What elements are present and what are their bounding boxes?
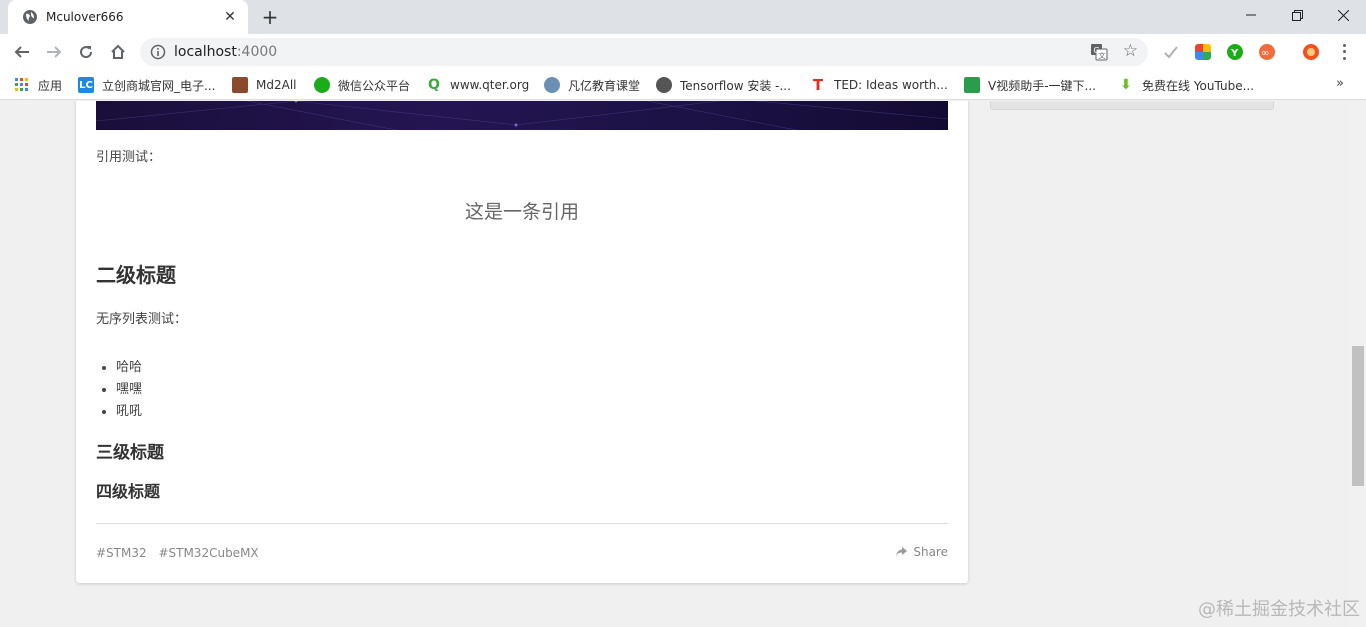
list-intro-text: 无序列表测试：: [96, 312, 188, 327]
vue-extension-icon[interactable]: Y: [1227, 44, 1243, 60]
bookmark-label: 免费在线 YouTube...: [1142, 78, 1255, 93]
profile-avatar-icon[interactable]: [1303, 44, 1319, 60]
list-item: 吼吼: [116, 401, 142, 423]
colorful-extension-icon[interactable]: [1195, 44, 1211, 60]
wechat-icon: [314, 77, 330, 93]
bookmark-label: TED: Ideas worth...: [834, 78, 948, 92]
video-helper-icon: [964, 77, 980, 93]
bookmark-fanyi[interactable]: 凡亿教育课堂: [544, 76, 640, 94]
share-button[interactable]: Share: [895, 545, 948, 559]
qter-icon: Q: [428, 77, 440, 93]
back-button[interactable]: [8, 38, 36, 66]
tag-link[interactable]: #STM32: [96, 546, 147, 560]
new-tab-button[interactable]: +: [258, 6, 282, 28]
share-arrow-icon: [896, 547, 908, 557]
md2all-icon: [232, 77, 248, 93]
check-extension-icon[interactable]: [1163, 44, 1179, 60]
quote-intro-text: 引用测试：: [96, 150, 162, 165]
bookmark-tensorflow[interactable]: Tensorflow 安装 -...: [656, 76, 791, 94]
minimize-button[interactable]: [1228, 0, 1274, 30]
home-icon: [111, 44, 125, 59]
bookmark-lc[interactable]: LC 立创商城官网_电子...: [78, 76, 215, 94]
article-divider: [96, 523, 948, 524]
bookmark-label: Tensorflow 安装 -...: [680, 78, 791, 93]
ted-icon: T: [812, 76, 824, 94]
list-item: 嘿嘿: [116, 379, 142, 401]
bookmark-qter[interactable]: Q www.qter.org: [426, 76, 529, 94]
bookmark-label: 微信公众平台: [338, 78, 411, 93]
heading-level-2: 二级标题: [96, 263, 176, 287]
share-label: Share: [913, 545, 948, 559]
forward-arrow-icon: [47, 46, 62, 58]
bookmark-label: V视频助手-一键下...: [988, 78, 1096, 93]
scrollbar-thumb[interactable]: [1352, 346, 1364, 486]
forward-button[interactable]: [40, 38, 68, 66]
download-icon: ⬇: [1120, 77, 1132, 93]
restore-button[interactable]: [1274, 0, 1320, 30]
close-window-button[interactable]: [1320, 0, 1366, 30]
bookmark-md2all[interactable]: Md2All: [232, 76, 296, 94]
infinity-extension-icon[interactable]: ∞: [1259, 44, 1275, 60]
svg-text:∞: ∞: [1261, 48, 1269, 59]
bookmark-label: 立创商城官网_电子...: [102, 78, 216, 93]
info-icon[interactable]: [150, 44, 166, 60]
bookmark-ted[interactable]: T TED: Ideas worth...: [810, 76, 948, 94]
translate-icon[interactable]: G文: [1090, 43, 1108, 61]
apps-grid-icon: [14, 77, 30, 93]
bookmark-apps[interactable]: 应用: [14, 76, 62, 94]
home-button[interactable]: [104, 38, 132, 66]
bookmark-wechat[interactable]: 微信公众平台: [314, 76, 410, 94]
bookmark-label: 应用: [38, 78, 63, 93]
browser-menu-icon[interactable]: [1336, 42, 1352, 62]
bookmarks-bar: 应用 LC 立创商城官网_电子... Md2All 微信公众平台 Q www.q…: [0, 70, 1366, 100]
lc-icon: LC: [78, 77, 94, 93]
bookmark-label: Md2All: [256, 78, 297, 92]
reload-button[interactable]: [72, 38, 100, 66]
list-item: 哈哈: [116, 357, 142, 379]
heading-level-3: 三级标题: [96, 443, 164, 463]
bookmark-label: 凡亿教育课堂: [568, 78, 641, 93]
tab-strip: Mculover666 ✕ +: [0, 0, 1366, 34]
article-banner-image: [96, 101, 948, 130]
browser-toolbar: localhost:4000 G文 ☆ Y ∞: [0, 34, 1366, 70]
bookmark-youtube[interactable]: ⬇ 免费在线 YouTube...: [1118, 76, 1254, 94]
browser-tab[interactable]: Mculover666 ✕: [8, 0, 248, 34]
close-tab-icon[interactable]: ✕: [222, 9, 238, 25]
page-viewport: 引用测试： 这是一条引用 二级标题 无序列表测试： 哈哈 嘿嘿 吼吼 三级标题 …: [0, 101, 1350, 627]
unordered-list: 哈哈 嘿嘿 吼吼: [116, 357, 142, 423]
bookmarks-overflow-icon[interactable]: »: [1336, 76, 1344, 91]
tab-title: Mculover666: [46, 10, 124, 24]
reload-icon: [80, 46, 93, 59]
url-text[interactable]: localhost:4000: [174, 44, 277, 60]
heading-level-4: 四级标题: [96, 482, 161, 501]
globe-icon: [656, 77, 672, 93]
svg-text:Y: Y: [1230, 48, 1239, 59]
watermark: @稀土掘金技术社区: [1198, 599, 1360, 620]
tag-link[interactable]: #STM32CubeMX: [158, 546, 258, 560]
bookmark-vvideo[interactable]: V视频助手-一键下...: [964, 76, 1096, 94]
bookmark-label: www.qter.org: [450, 78, 530, 92]
article-card: 引用测试： 这是一条引用 二级标题 无序列表测试： 哈哈 嘿嘿 吼吼 三级标题 …: [76, 101, 968, 583]
blockquote: 这是一条引用: [464, 201, 579, 223]
sidebar-panel: [990, 101, 1274, 110]
address-bar[interactable]: localhost:4000 G文 ☆: [140, 38, 1148, 66]
bookmark-star-icon[interactable]: ☆: [1123, 41, 1138, 61]
user-circle-icon: [544, 77, 560, 93]
tag-list: #STM32 #STM32CubeMX: [96, 546, 267, 560]
svg-text:文: 文: [1099, 51, 1106, 60]
back-arrow-icon: [14, 46, 29, 58]
globe-icon: [22, 9, 38, 25]
